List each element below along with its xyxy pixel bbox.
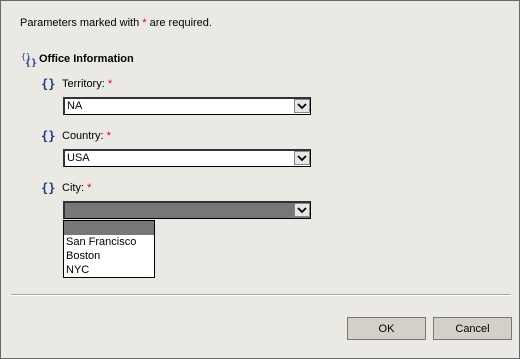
country-label: {} Country: * [41,129,111,143]
parameter-braces-icon: {} [41,181,55,195]
parameter-braces-icon: {} [41,129,55,143]
section-office-information: {} {} Office Information [21,51,134,67]
parameters-panel: Parameters marked with * are required. {… [11,8,511,293]
chevron-down-icon[interactable] [294,99,310,113]
chevron-down-icon[interactable] [294,203,310,217]
territory-select[interactable]: NA [63,97,311,115]
city-dropdown-list: San Francisco Boston NYC [63,220,155,278]
dropdown-option[interactable]: NYC [64,263,154,277]
svg-text:{}: {} [41,77,55,91]
parameters-dialog: Parameters marked with * are required. {… [0,0,520,359]
parameter-group-icon: {} {} [21,52,37,67]
chevron-down-icon[interactable] [294,151,310,165]
dropdown-option-empty[interactable] [64,221,154,235]
dropdown-option[interactable]: Boston [64,249,154,263]
svg-text:{}: {} [25,58,37,67]
required-note: Parameters marked with * are required. [20,17,212,29]
parameter-braces-icon: {} [41,77,55,91]
territory-label: {} Territory: * [41,77,113,91]
section-title: Office Information [39,53,134,65]
cancel-button[interactable]: Cancel [433,317,512,340]
country-select[interactable]: USA [63,149,311,167]
ok-button[interactable]: OK [347,317,426,340]
divider [11,294,511,296]
dropdown-option[interactable]: San Francisco [64,235,154,249]
svg-text:{}: {} [41,181,55,195]
city-label: {} City: * [41,181,92,195]
svg-text:{}: {} [41,129,55,143]
city-select[interactable] [63,201,311,219]
